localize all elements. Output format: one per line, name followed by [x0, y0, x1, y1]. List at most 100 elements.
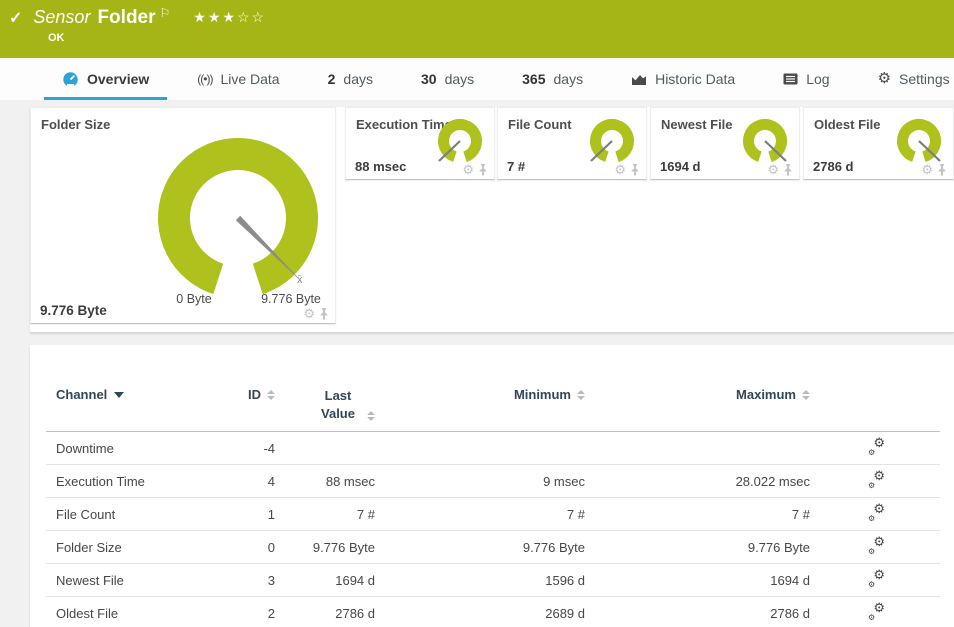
tab-label: days [553, 71, 584, 87]
tab-label: days [444, 71, 475, 87]
minimum-value: 1596 d [545, 572, 585, 588]
pin-icon[interactable] [478, 164, 488, 176]
gauge-title: Newest File [661, 117, 733, 132]
gauge-settings-gear-icon[interactable]: ⚙ [614, 163, 626, 176]
edit-channel-icon[interactable]: ⚙ ⚙ [868, 468, 885, 490]
channels-table-panel: Channel ID Last Value Minimum Maximum Do… [30, 345, 954, 627]
column-header-maximum[interactable]: Maximum [585, 387, 810, 402]
priority-rating[interactable]: ★★★☆☆ [193, 9, 266, 26]
tab-365-days[interactable]: 365 days [498, 58, 607, 100]
column-header-label: Last Value [321, 388, 355, 422]
minimum-value: 9.776 Byte [522, 539, 585, 555]
gauge-settings-gear-icon[interactable]: ⚙ [767, 163, 779, 176]
gauge-tile-folder-size: Folder Size x̄ 0 Byte 9.776 Byte 9.776 B… [30, 107, 336, 324]
gauge-current-value: 1694 d [660, 159, 701, 174]
last-value: 2786 d [335, 605, 375, 621]
pin-icon[interactable] [937, 164, 947, 176]
tab-live-data[interactable]: ((•)) Live Data [173, 58, 303, 100]
gauge-current-value: 2786 d [813, 159, 854, 174]
tab-2-days[interactable]: 2 days [304, 58, 397, 100]
gauge-tile-file-count: File Count 7 # ⚙ [497, 107, 647, 180]
maximum-value: 7 # [791, 506, 810, 522]
prtg-sensor-page: ✓ Sensor Folder ⚐ ★★★☆☆ OK Overview ((•)… [0, 0, 954, 627]
table-row-oldest-file: Oldest File 2 2786 d 2689 d 2786 d ⚙ ⚙ [46, 597, 940, 627]
broadcast-icon: ((•)) [197, 72, 213, 86]
gauge-tile-oldest-file: Oldest File 2786 d ⚙ [803, 107, 954, 180]
status-check-icon: ✓ [9, 10, 23, 27]
pin-icon[interactable] [783, 164, 793, 176]
channel-id: 1 [267, 506, 275, 522]
edit-channel-icon[interactable]: ⚙ ⚙ [868, 501, 885, 523]
last-value: 88 msec [325, 473, 375, 489]
gauge-title: Oldest File [814, 117, 881, 132]
gauge-tile-execution-time: Execution Time 88 msec ⚙ [345, 107, 495, 180]
gauge-current-value: 9.776 Byte [40, 303, 107, 318]
gauge-settings-gear-icon[interactable]: ⚙ [921, 163, 933, 176]
channel-name: Oldest File [56, 605, 119, 621]
edit-channel-icon[interactable]: ⚙ ⚙ [868, 600, 885, 622]
edit-channel-icon[interactable]: ⚙ ⚙ [868, 435, 885, 457]
last-value: 9.776 Byte [312, 539, 375, 555]
edit-channel-icon[interactable]: ⚙ ⚙ [868, 534, 885, 556]
gauge-icon [62, 71, 79, 88]
stars-filled-icon[interactable]: ★★★ [193, 9, 237, 25]
channel-name: File Count [56, 506, 116, 522]
channel-id: 2 [267, 605, 275, 621]
column-header-label: ID [248, 387, 261, 402]
tab-label: Historic Data [655, 71, 736, 87]
last-value: 1694 d [335, 572, 375, 588]
tab-label: Settings [899, 71, 950, 87]
area-chart-icon [631, 73, 647, 86]
log-list-icon [783, 73, 798, 85]
tab-log[interactable]: Log [759, 58, 853, 100]
gauge-settings-gear-icon[interactable]: ⚙ [462, 163, 474, 176]
gauge-tile-newest-file: Newest File 1694 d ⚙ [650, 107, 800, 180]
pin-icon[interactable] [319, 308, 329, 320]
column-header-label: Minimum [513, 387, 571, 402]
sensor-title: Folder [97, 7, 156, 28]
gauge-settings-gear-icon[interactable]: ⚙ [303, 307, 315, 320]
maximum-value: 1694 d [770, 572, 810, 588]
tab-label: Log [806, 71, 830, 87]
table-row-execution-time: Execution Time 4 88 msec 9 msec 28.022 m… [46, 465, 940, 499]
gauge-scale-min: 0 Byte [176, 292, 212, 306]
channel-id: 0 [267, 539, 275, 555]
tab-label: days [343, 71, 373, 87]
overview-gauges-panel: Folder Size x̄ 0 Byte 9.776 Byte 9.776 B… [30, 107, 954, 333]
tab-bar: Overview ((•)) Live Data 2 days 30 days … [0, 58, 954, 100]
tab-label: Overview [87, 71, 150, 87]
sort-desc-icon [114, 391, 125, 398]
channel-name: Folder Size [56, 539, 122, 555]
channel-name: Execution Time [56, 473, 145, 489]
tab-30-days[interactable]: 30 days [397, 58, 498, 100]
table-row-file-count: File Count 1 7 # 7 # 7 # ⚙ ⚙ [46, 498, 940, 532]
tab-settings[interactable]: ⚙ Settings [854, 58, 954, 100]
channel-id: 4 [267, 473, 275, 489]
gauge-title: File Count [508, 117, 572, 132]
minimum-value: 7 # [566, 506, 585, 522]
gauge-scale-max: 9.776 Byte [261, 292, 321, 306]
column-header-last-value[interactable]: Last Value [275, 387, 375, 423]
column-header-id[interactable]: ID [218, 387, 275, 402]
minimum-value: 2689 d [545, 605, 585, 621]
table-row-folder-size: Folder Size 0 9.776 Byte 9.776 Byte 9.77… [46, 531, 940, 565]
sort-icon [577, 389, 585, 400]
edit-channel-icon[interactable]: ⚙ ⚙ [868, 567, 885, 589]
channel-id: 3 [267, 572, 275, 588]
tab-overview[interactable]: Overview [38, 58, 173, 100]
sensor-status-header: ✓ Sensor Folder ⚐ ★★★☆☆ OK [0, 0, 954, 58]
gauge-current-value: 88 msec [355, 159, 407, 174]
column-header-channel[interactable]: Channel [46, 387, 218, 402]
tab-historic-data[interactable]: Historic Data [607, 58, 759, 100]
sensor-status-badge: OK [48, 32, 65, 44]
column-header-minimum[interactable]: Minimum [375, 387, 585, 402]
channel-name: Downtime [56, 440, 114, 456]
tab-label: Live Data [220, 71, 280, 87]
column-header-label: Channel [56, 387, 108, 402]
object-kind-label: Sensor [33, 7, 91, 27]
stars-empty-icon[interactable]: ☆☆ [237, 9, 266, 25]
gear-icon: ⚙ [877, 70, 892, 87]
pin-icon[interactable] [630, 164, 640, 176]
tab-number: 30 [420, 71, 437, 87]
table-row-newest-file: Newest File 3 1694 d 1596 d 1694 d ⚙ ⚙ [46, 564, 940, 598]
